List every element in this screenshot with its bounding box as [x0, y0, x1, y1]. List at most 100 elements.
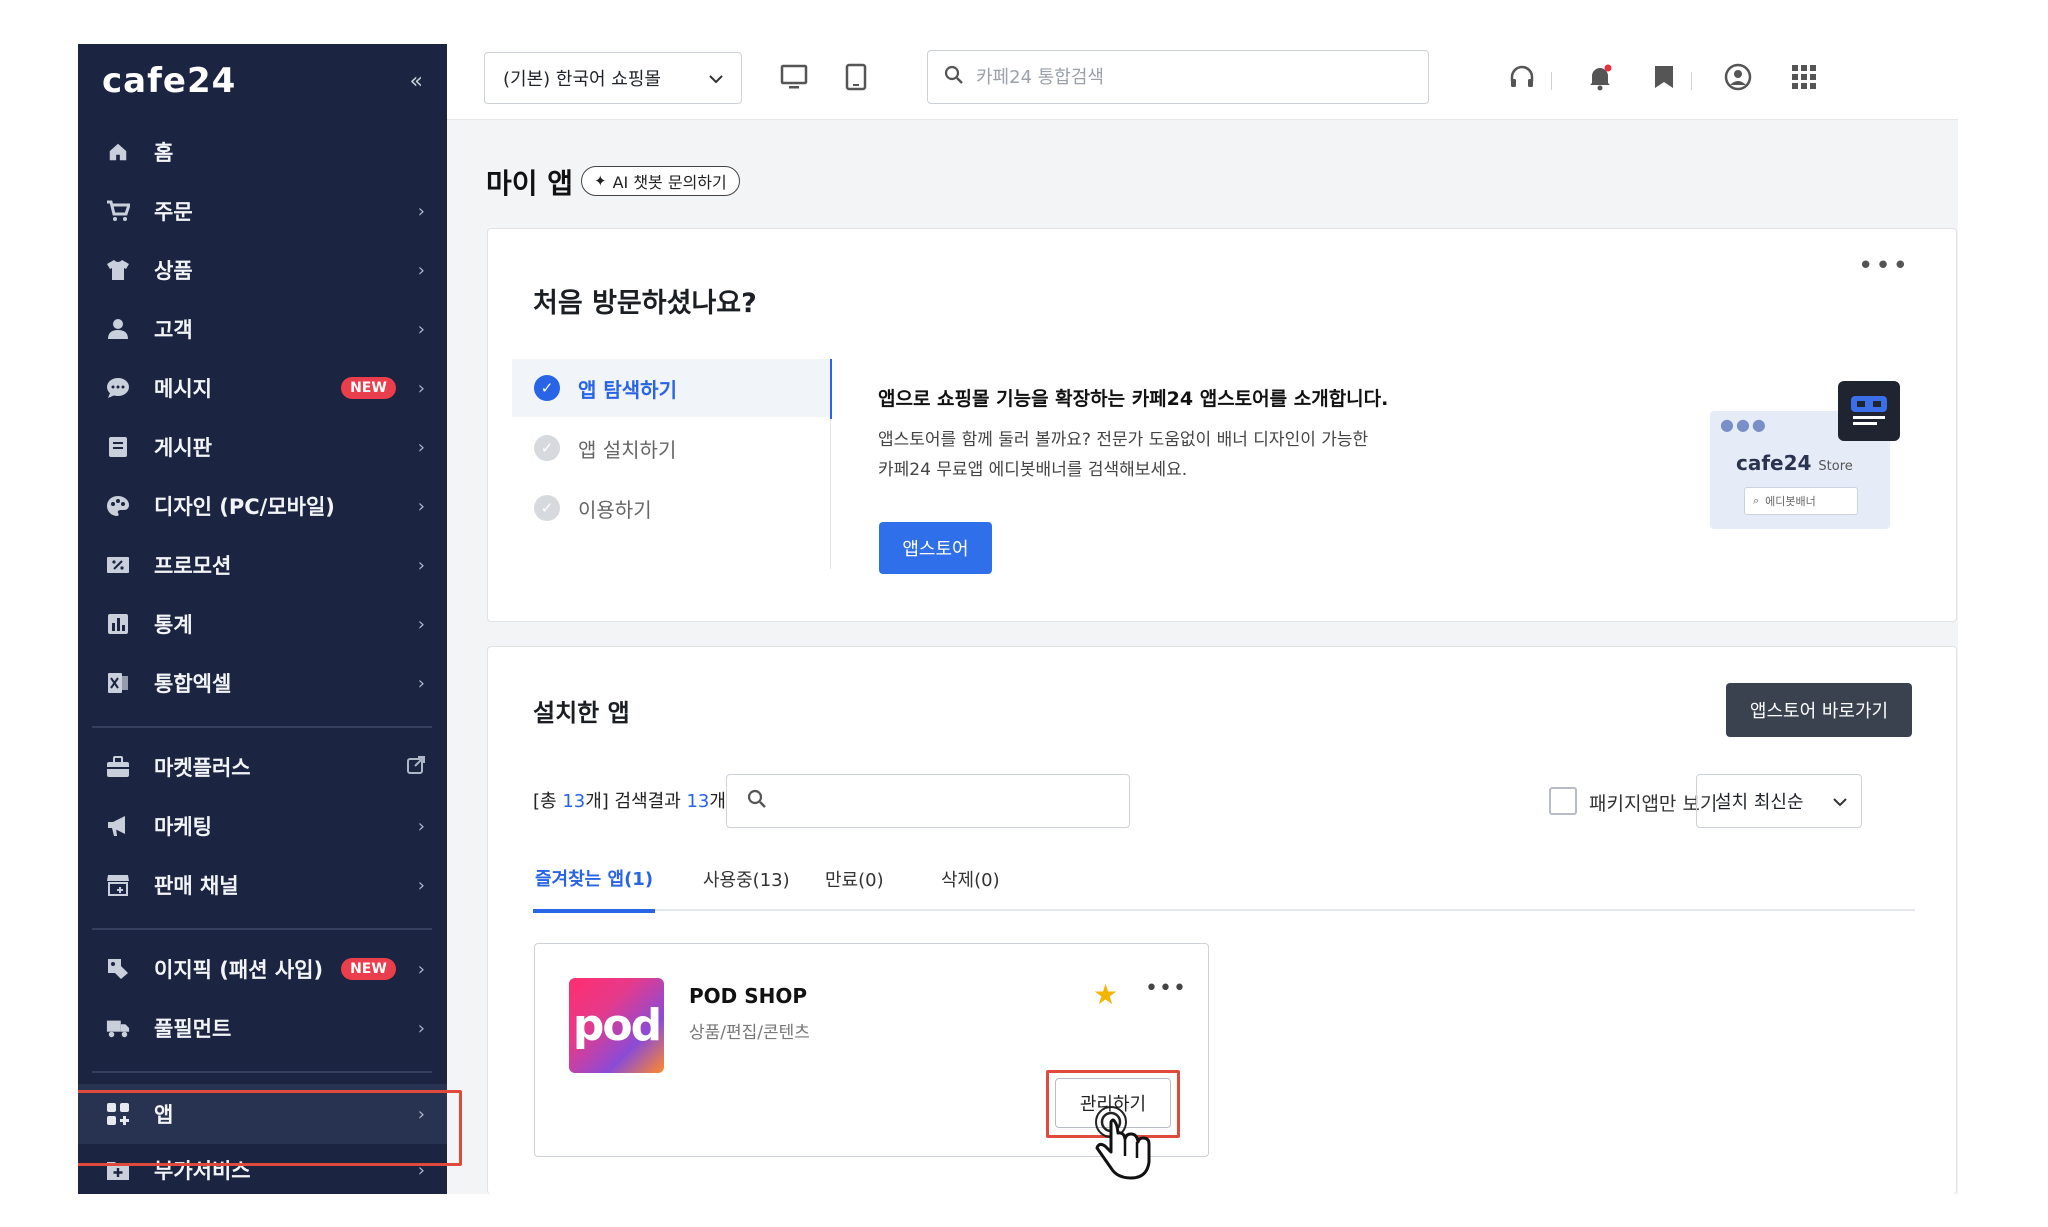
- sidebar-item-label: 마케팅: [154, 815, 212, 839]
- app-card-pod-shop[interactable]: pod POD SHOP 상품/편집/콘텐츠 ★ ••• 관리하기: [534, 943, 1209, 1180]
- external-link-icon: [407, 755, 425, 779]
- step-label: 이용하기: [578, 497, 652, 522]
- new-badge: NEW: [341, 958, 396, 980]
- intro-body: 앱스토어를 함께 둘러 볼까요? 전문가 도움없이 배너 디자인이 가능한 카페…: [878, 425, 1398, 485]
- more-options-icon[interactable]: •••: [1145, 976, 1187, 1001]
- mobile-view-icon[interactable]: [839, 60, 873, 94]
- appstore-button[interactable]: 앱스토어: [879, 522, 992, 574]
- intro-line-1: 앱스토어를 함께 둘러 볼까요? 전문가 도움없이 배너 디자인이 가능한: [878, 430, 1369, 450]
- sidebar-header: cafe24 «: [78, 44, 447, 118]
- sidebar-item-marketing[interactable]: 마케팅 ›: [78, 800, 447, 852]
- app-name: POD SHOP: [689, 984, 808, 1008]
- mall-select[interactable]: (기본) 한국어 쇼핑몰: [484, 52, 742, 104]
- cart-icon: [106, 199, 130, 223]
- sidebar-item-marketplus[interactable]: 마켓플러스: [78, 741, 447, 793]
- chevron-right-icon: ›: [417, 874, 425, 896]
- app-search[interactable]: [726, 774, 1130, 828]
- app-tabs: 즐겨찾는 앱(1) 사용중(13) 만료(0) 삭제(0): [533, 847, 1915, 913]
- ai-chatbot-chip[interactable]: ✦ AI 챗봇 문의하기: [581, 166, 740, 196]
- app-frame: cafe24 « 홈 주문 › 상품 › 고객 › 메시지 NEW › 게시판 …: [78, 44, 1958, 1194]
- sidebar-item-products[interactable]: 상품 ›: [78, 244, 447, 296]
- global-search[interactable]: [927, 50, 1429, 104]
- tab-favorites[interactable]: 즐겨찾는 앱(1): [533, 847, 656, 913]
- sidebar-item-label: 앱: [154, 1103, 174, 1127]
- sidebar-item-label: 디자인 (PC/모바일): [154, 495, 335, 519]
- home-icon: [106, 140, 130, 164]
- chevron-right-icon: ›: [417, 1103, 425, 1125]
- sidebar-item-addon-services[interactable]: 부가서비스 ›: [78, 1144, 447, 1194]
- appstore-illustration: ●●● cafe24 Store ⌕ 에디봇배너: [1710, 381, 1910, 531]
- headset-icon[interactable]: [1505, 60, 1539, 94]
- collapse-sidebar-icon[interactable]: «: [410, 69, 423, 94]
- tab-deleted[interactable]: 삭제(0): [941, 847, 1000, 911]
- go-to-appstore-button[interactable]: 앱스토어 바로가기: [1726, 683, 1912, 737]
- sidebar-item-label: 홈: [154, 141, 174, 165]
- store-icon: [106, 873, 130, 897]
- app-search-input[interactable]: [777, 790, 1117, 812]
- step-use[interactable]: ✓ 이용하기: [512, 479, 832, 537]
- intro-line-2: 카페24 무료앱 에디봇배너를 검색해보세요.: [878, 460, 1188, 480]
- shirt-icon: [106, 258, 130, 282]
- step-label: 앱 탐색하기: [578, 377, 677, 402]
- check-circle-icon: ✓: [534, 495, 560, 521]
- board-icon: [106, 435, 130, 459]
- global-search-input[interactable]: [976, 66, 1396, 88]
- desktop-view-icon[interactable]: [777, 60, 811, 94]
- sidebar-item-label: 마켓플러스: [154, 756, 251, 780]
- more-options-icon[interactable]: •••: [1858, 251, 1910, 281]
- sidebar-item-label: 프로모션: [154, 554, 232, 578]
- chevron-right-icon: ›: [417, 436, 425, 458]
- sidebar-item-messages[interactable]: 메시지 NEW ›: [78, 362, 447, 414]
- user-icon: [106, 317, 130, 341]
- sidebar-item-design[interactable]: 디자인 (PC/모바일) ›: [78, 480, 447, 532]
- chevron-right-icon: ›: [417, 377, 425, 399]
- sidebar-item-fulfillment[interactable]: 풀필먼트 ›: [78, 1002, 447, 1054]
- step-install-apps[interactable]: ✓ 앱 설치하기: [512, 419, 832, 477]
- account-icon[interactable]: [1721, 60, 1755, 94]
- onboarding-card: 처음 방문하셨나요? ••• ✓ 앱 탐색하기 ✓ 앱 설치하기 ✓ 이용하기 …: [487, 228, 1957, 622]
- step-label: 앱 설치하기: [578, 437, 677, 462]
- plus-box-icon: [106, 1158, 130, 1182]
- chat-icon: [106, 376, 130, 400]
- sidebar-item-orders[interactable]: 주문 ›: [78, 185, 447, 237]
- result-count: [총 13개] 검색결과 13개: [533, 791, 726, 812]
- package-only-checkbox[interactable]: [1549, 787, 1577, 815]
- search-icon: ⌕: [1753, 494, 1760, 507]
- tab-expired[interactable]: 만료(0): [825, 847, 884, 911]
- sidebar-item-excel[interactable]: 통합엑셀 ›: [78, 657, 447, 709]
- coupon-icon: [106, 553, 130, 577]
- sidebar-item-label: 판매 채널: [154, 874, 239, 898]
- divider: [1691, 72, 1692, 90]
- sidebar-item-sales-channel[interactable]: 판매 채널 ›: [78, 859, 447, 911]
- sidebar-item-board[interactable]: 게시판 ›: [78, 421, 447, 473]
- sidebar-item-home[interactable]: 홈: [78, 126, 447, 178]
- sidebar-item-apps[interactable]: 앱 ›: [78, 1084, 447, 1144]
- check-circle-icon: ✓: [534, 435, 560, 461]
- chevron-right-icon: ›: [417, 495, 425, 517]
- sidebar-item-customers[interactable]: 고객 ›: [78, 303, 447, 355]
- pointer-hand-icon: [1095, 1106, 1151, 1180]
- bookmark-icon[interactable]: [1647, 60, 1681, 94]
- illus-search-box: ⌕ 에디봇배너: [1744, 487, 1858, 515]
- chart-icon: [106, 612, 130, 636]
- cafe24-logo[interactable]: cafe24: [102, 61, 236, 101]
- notification-bell-icon[interactable]: [1583, 60, 1617, 94]
- app-grid-icon[interactable]: [1787, 60, 1821, 94]
- tab-in-use[interactable]: 사용중(13): [703, 847, 790, 911]
- sidebar-item-label: 게시판: [154, 436, 212, 460]
- sidebar-item-label: 고객: [154, 318, 193, 342]
- favorite-star-icon[interactable]: ★: [1093, 978, 1118, 1011]
- installed-apps-card: 설치한 앱 앱스토어 바로가기 [총 13개] 검색결과 13개 패키지앱만 보…: [487, 646, 1957, 1194]
- chevron-right-icon: ›: [417, 958, 425, 980]
- sidebar-item-ezpick[interactable]: 이지픽 (패션 사입) NEW ›: [78, 943, 447, 995]
- sidebar-divider: [92, 1071, 432, 1073]
- megaphone-icon: [106, 814, 130, 838]
- sidebar-item-promotion[interactable]: 프로모션 ›: [78, 539, 447, 591]
- sort-select[interactable]: 설치 최신순: [1696, 774, 1862, 828]
- step-explore-apps[interactable]: ✓ 앱 탐색하기: [512, 359, 832, 417]
- sidebar-item-statistics[interactable]: 통계 ›: [78, 598, 447, 650]
- sidebar-item-label: 메시지: [154, 377, 212, 401]
- window-dots-icon: ●●●: [1720, 415, 1768, 434]
- chevron-right-icon: ›: [417, 815, 425, 837]
- illus-logo: cafe24 Store: [1736, 451, 1853, 475]
